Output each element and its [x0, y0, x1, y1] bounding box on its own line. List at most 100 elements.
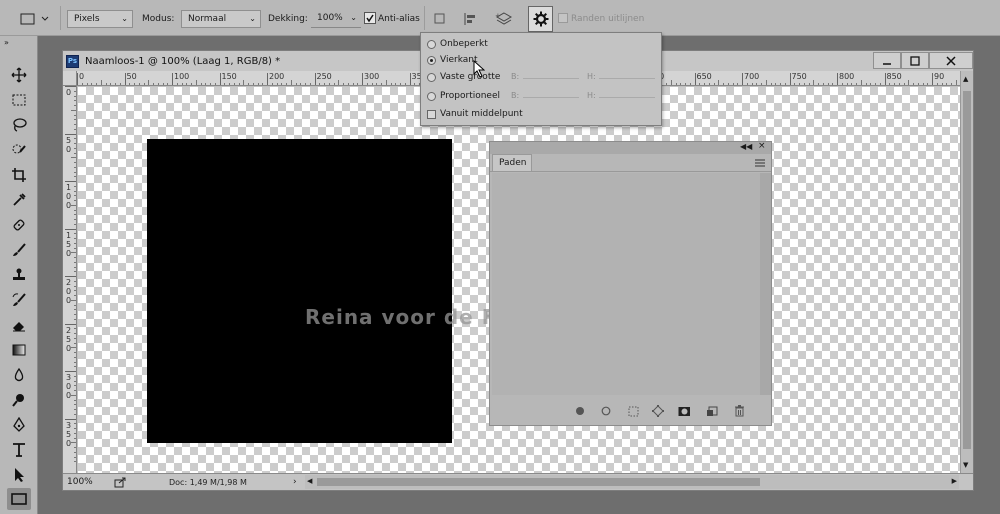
ruler-tick	[77, 73, 78, 85]
ruler-minor-tick	[951, 83, 952, 85]
ruler-minor-tick	[718, 80, 720, 85]
radio-onbeperkt[interactable]	[427, 39, 436, 49]
ruler-minor-tick	[347, 83, 349, 85]
crop-tool-icon[interactable]	[7, 164, 31, 186]
collapse-panel-icon[interactable]: ◀◀	[740, 142, 752, 151]
eraser-tool-icon[interactable]	[7, 314, 31, 336]
option-vierkant[interactable]: Vierkant	[427, 53, 478, 67]
add-mask-icon[interactable]	[678, 405, 690, 417]
ruler-minor-tick	[751, 83, 753, 85]
ruler-minor-tick	[727, 83, 729, 85]
ruler-minor-tick	[74, 190, 76, 192]
radio-proportioneel[interactable]	[427, 91, 436, 101]
scroll-thumb[interactable]	[963, 91, 971, 449]
export-icon[interactable]	[113, 476, 127, 489]
dekking-input[interactable]: 100% ⌄	[311, 10, 361, 28]
make-work-path-icon[interactable]	[652, 405, 664, 417]
modus-select[interactable]: Normaal ⌄	[181, 10, 261, 28]
ruler-minor-tick	[74, 399, 76, 401]
ruler-minor-tick	[74, 456, 76, 458]
rectangle-tool-icon[interactable]	[7, 488, 31, 510]
pixels-select[interactable]: Pixels ⌄	[67, 10, 133, 28]
gradient-tool-icon[interactable]	[7, 339, 31, 361]
option-vaste-grootte[interactable]: Vaste grootte	[427, 70, 500, 84]
type-tool-icon[interactable]	[7, 439, 31, 461]
paths-scrollbar[interactable]	[760, 173, 771, 395]
healing-brush-tool-icon[interactable]	[7, 214, 31, 236]
brush-tool-icon[interactable]	[7, 239, 31, 261]
option-proportioneel[interactable]: Proportioneel	[427, 89, 500, 103]
radio-vierkant[interactable]	[427, 55, 436, 65]
ruler-minor-tick	[74, 238, 76, 239]
zoom-level[interactable]: 100%	[67, 477, 109, 489]
ruler-minor-tick	[74, 451, 76, 453]
ruler-minor-tick	[936, 83, 938, 85]
ruler-minor-tick	[333, 83, 335, 85]
ruler-minor-tick	[775, 83, 777, 85]
tab-paden[interactable]: Paden	[492, 154, 532, 172]
load-selection-icon[interactable]	[627, 405, 639, 417]
ruler-minor-tick	[390, 83, 392, 85]
status-menu-arrow-icon[interactable]: ›	[293, 477, 297, 487]
radio-vaste-grootte[interactable]	[427, 72, 436, 82]
align-left-icon[interactable]	[462, 11, 478, 27]
b-label: B:	[511, 72, 520, 81]
dodge-tool-icon[interactable]	[7, 389, 31, 411]
option-vanuit-middelpunt[interactable]: Vanuit middelpunt	[427, 107, 523, 121]
panel-menu-icon[interactable]	[754, 158, 766, 171]
scroll-up-icon[interactable]: ▲	[963, 75, 968, 83]
eyedropper-tool-icon[interactable]	[7, 189, 31, 211]
close-button[interactable]	[929, 52, 973, 69]
chevron-down-icon: ⌄	[121, 14, 128, 23]
history-brush-tool-icon[interactable]	[7, 289, 31, 311]
quick-selection-tool-icon[interactable]	[7, 139, 31, 161]
pen-tool-icon[interactable]	[7, 414, 31, 436]
option-proportioneel-label: Proportioneel	[440, 91, 501, 101]
prop-b-field: B:	[511, 91, 579, 103]
option-onbeperkt[interactable]: Onbeperkt	[427, 37, 488, 51]
scroll-down-icon[interactable]: ▼	[963, 461, 968, 469]
marquee-tool-icon[interactable]	[7, 89, 31, 111]
new-path-icon[interactable]	[706, 405, 718, 417]
ruler-minor-tick	[371, 83, 373, 85]
vaste-h-field: H:	[587, 72, 655, 84]
ruler-tick	[124, 73, 126, 85]
blur-tool-icon[interactable]	[7, 364, 31, 386]
fill-path-icon[interactable]	[574, 405, 586, 417]
ruler-minor-tick	[723, 83, 724, 85]
ruler-minor-tick	[404, 83, 406, 85]
trash-icon[interactable]	[733, 405, 745, 417]
move-tool-icon[interactable]	[7, 64, 31, 86]
ruler-minor-tick	[680, 83, 682, 85]
ruler-minor-tick	[74, 437, 76, 439]
clone-stamp-tool-icon[interactable]	[7, 264, 31, 286]
stroke-path-icon[interactable]	[600, 405, 612, 417]
ruler-label: 90	[934, 72, 945, 81]
scroll-right-icon[interactable]: ▶	[952, 477, 957, 485]
rectangle-tool-preset-icon[interactable]	[18, 10, 52, 28]
antialias-checkbox[interactable]	[364, 12, 376, 24]
refine-square-icon[interactable]	[432, 11, 448, 27]
ruler-minor-tick	[74, 261, 76, 263]
settings-gear-button[interactable]	[528, 6, 553, 32]
ruler-minor-tick	[732, 83, 734, 85]
checkbox-vanuit-middelpunt[interactable]	[427, 109, 436, 119]
panel-header[interactable]: ◀◀ ×	[490, 141, 771, 154]
scroll-left-icon[interactable]: ◀	[307, 477, 312, 485]
ruler-minor-tick	[856, 83, 857, 85]
horizontal-scroll-thumb[interactable]	[317, 478, 760, 486]
lasso-tool-icon[interactable]	[7, 114, 31, 136]
ruler-minor-tick	[74, 413, 76, 415]
arrange-layers-icon[interactable]: +	[494, 9, 514, 29]
close-panel-icon[interactable]: ×	[758, 141, 766, 151]
minimize-button[interactable]	[873, 52, 901, 69]
horizontal-scrollbar[interactable]: ◀ ▶	[305, 475, 959, 489]
ruler-minor-tick	[148, 80, 150, 85]
vertical-scrollbar[interactable]: ▲ ▼	[960, 71, 973, 473]
ruler-tick	[219, 73, 221, 85]
collapse-icon[interactable]: »	[4, 38, 9, 47]
maximize-button[interactable]	[901, 52, 929, 69]
path-selection-tool-icon[interactable]	[7, 464, 31, 486]
paths-list[interactable]	[492, 173, 760, 395]
b-label: B:	[511, 91, 520, 100]
